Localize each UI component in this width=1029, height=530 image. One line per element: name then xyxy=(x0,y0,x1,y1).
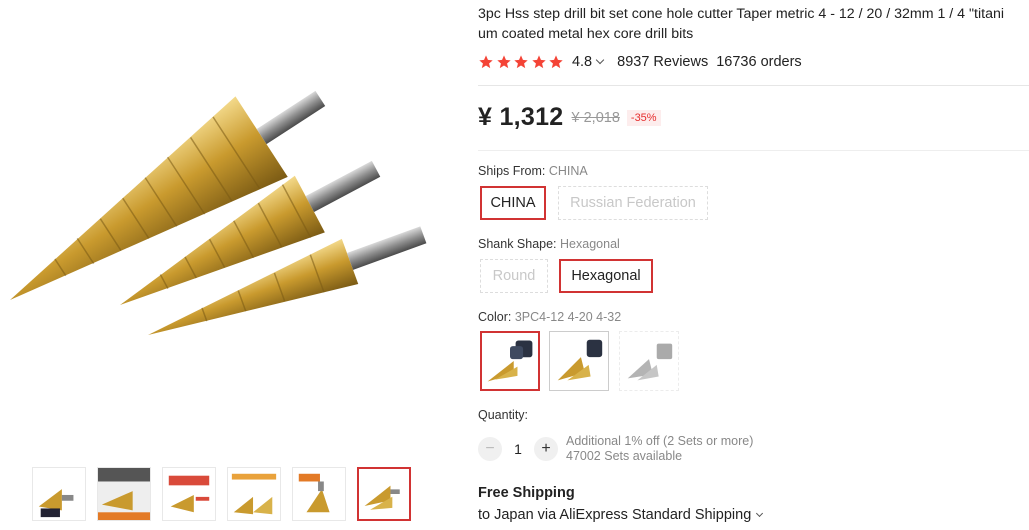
quantity-input[interactable]: 1 xyxy=(502,441,534,457)
color-label: Color: 3PC4-12 4-20 4-32 xyxy=(478,310,621,324)
color-label-text: Color: xyxy=(478,310,512,324)
star-icon xyxy=(549,55,564,69)
quantity-stepper: − 1 + Additional 1% off (2 Sets or more)… xyxy=(478,434,753,464)
discount-badge: -35% xyxy=(626,109,661,126)
divider xyxy=(478,85,1029,86)
star-rating xyxy=(478,54,566,70)
image-gallery xyxy=(0,0,470,530)
rating-row: 4.8 8937 Reviews 16736 orders xyxy=(478,52,802,72)
shank-shape-label: Shank Shape: Hexagonal xyxy=(478,237,620,251)
thumbnail-strip xyxy=(32,467,422,521)
thumbnail-3[interactable] xyxy=(162,467,216,521)
rating-value: 4.8 xyxy=(571,54,593,70)
quantity-label: Quantity: xyxy=(478,408,529,422)
star-icon xyxy=(496,55,511,69)
shank-option-hexagonal[interactable]: Hexagonal xyxy=(559,259,653,293)
thumbnail-4[interactable] xyxy=(227,467,281,521)
product-title: 3pc Hss step drill bit set cone hole cut… xyxy=(478,5,1029,44)
product-title-line-2: um coated metal hex core drill bits xyxy=(478,25,694,42)
ships-from-label: Ships From: CHINA xyxy=(478,164,588,178)
thumbnail-5[interactable] xyxy=(292,467,346,521)
quantity-note: Additional 1% off (2 Sets or more) 47002… xyxy=(566,434,753,464)
shipping-title: Free Shipping xyxy=(478,485,575,501)
thumbnail-2[interactable] xyxy=(97,467,151,521)
star-icon xyxy=(479,55,493,69)
orders-count: 16736 orders xyxy=(716,54,802,70)
bulk-discount-note: Additional 1% off (2 Sets or more) xyxy=(566,434,754,448)
color-selected-value: 3PC4-12 4-20 4-32 xyxy=(514,310,622,324)
thumbnail-6-selected[interactable] xyxy=(357,467,411,521)
ships-from-option-russian-federation[interactable]: Russian Federation xyxy=(558,186,708,220)
shipping-description: to Japan via AliExpress Standard Shippin… xyxy=(478,507,752,523)
star-icon xyxy=(514,55,528,69)
ships-from-label-text: Ships From: xyxy=(478,164,546,178)
thumbnail-1[interactable] xyxy=(32,467,86,521)
color-option-2[interactable] xyxy=(549,331,609,391)
reviews-link[interactable]: 8937 Reviews xyxy=(617,54,708,70)
product-info-panel: 3pc Hss step drill bit set cone hole cut… xyxy=(478,0,1029,530)
color-option-3-unavailable[interactable] xyxy=(619,331,679,391)
divider xyxy=(478,150,1029,151)
ships-from-selected-value: CHINA xyxy=(548,164,588,178)
ships-from-option-china[interactable]: CHINA xyxy=(480,186,546,220)
color-option-3pc-set[interactable] xyxy=(480,331,540,391)
product-title-line-1: 3pc Hss step drill bit set cone hole cut… xyxy=(478,6,1005,22)
rating-dropdown[interactable]: 4.8 xyxy=(571,54,605,70)
shank-shape-label-text: Shank Shape: xyxy=(478,237,557,251)
chevron-down-icon xyxy=(756,509,764,517)
original-price: ¥ 2,018 xyxy=(571,109,620,126)
main-product-image[interactable] xyxy=(0,0,465,455)
quantity-decrease-button[interactable]: − xyxy=(478,437,502,461)
price-row: ¥ 1,312 ¥ 2,018 -35% xyxy=(478,103,661,132)
current-price: ¥ 1,312 xyxy=(478,103,564,131)
star-icon xyxy=(532,55,546,69)
quantity-increase-button[interactable]: + xyxy=(534,437,558,461)
shank-shape-selected-value: Hexagonal xyxy=(560,237,620,251)
shipping-method-dropdown[interactable]: to Japan via AliExpress Standard Shippin… xyxy=(478,507,764,523)
chevron-down-icon xyxy=(595,55,605,65)
stock-available-note: 47002 Sets available xyxy=(566,449,683,463)
shank-option-round[interactable]: Round xyxy=(480,259,548,293)
